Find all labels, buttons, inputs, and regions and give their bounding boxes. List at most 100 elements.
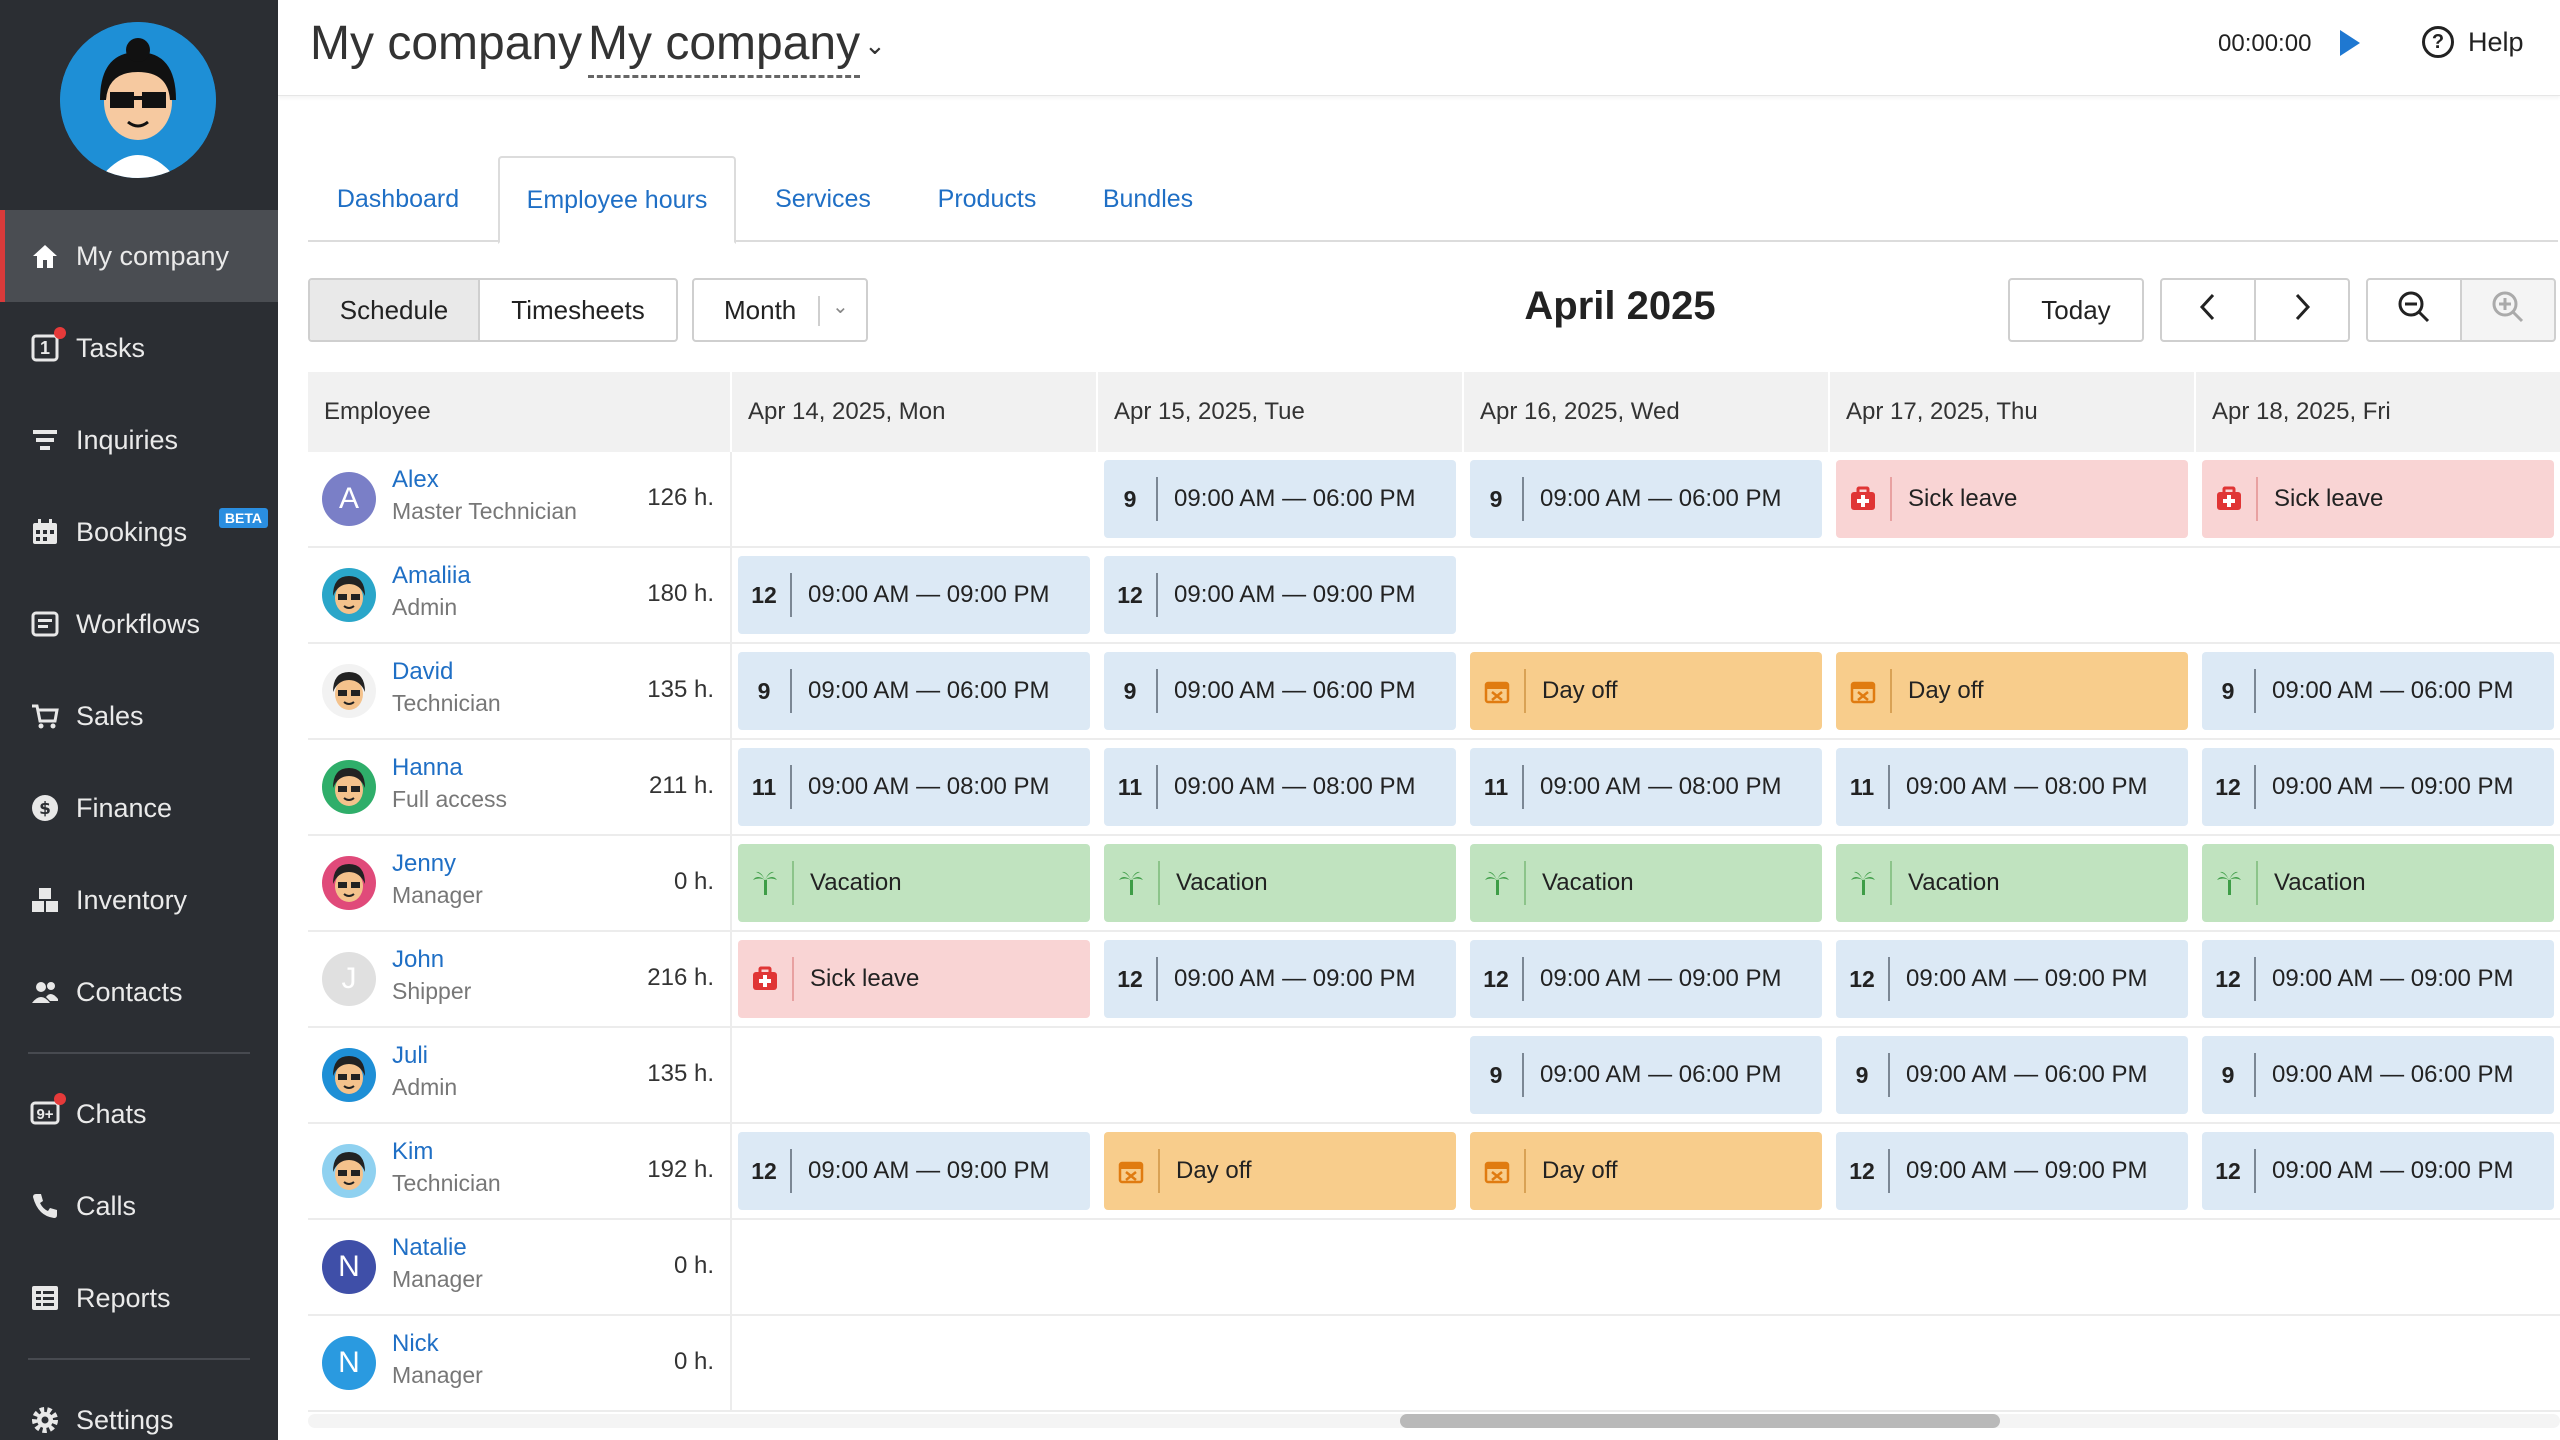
sidebar-item-contacts[interactable]: Contacts (0, 946, 278, 1038)
vacation-block[interactable]: Vacation (1470, 844, 1822, 922)
avatar[interactable]: N (322, 1240, 376, 1294)
employee-name-link[interactable]: Natalie (392, 1234, 467, 1262)
shift-block[interactable]: 12 09:00 AM — 09:00 PM (2202, 748, 2554, 826)
employee-name-link[interactable]: Juli (392, 1042, 428, 1070)
tab-dashboard[interactable]: Dashboard (308, 156, 488, 242)
tab-products[interactable]: Products (912, 156, 1062, 242)
empty-day-cell[interactable] (1464, 548, 1830, 644)
sick-leave-block[interactable]: Sick leave (738, 940, 1090, 1018)
shift-block[interactable]: 12 09:00 AM — 09:00 PM (738, 1132, 1090, 1210)
empty-day-cell[interactable] (1098, 1028, 1464, 1124)
avatar[interactable]: A (322, 472, 376, 526)
sidebar-item-settings[interactable]: Settings (0, 1374, 278, 1440)
sidebar-item-bookings[interactable]: Bookings BETA (0, 486, 278, 578)
empty-day-cell[interactable] (1098, 1316, 1464, 1412)
sidebar-item-reports[interactable]: Reports (0, 1252, 278, 1344)
empty-day-cell[interactable] (732, 452, 1098, 548)
shift-block[interactable]: 12 09:00 AM — 09:00 PM (2202, 1132, 2554, 1210)
vacation-block[interactable]: Vacation (1836, 844, 2188, 922)
shift-block[interactable]: 11 09:00 AM — 08:00 PM (1104, 748, 1456, 826)
day-off-block[interactable]: Day off (1836, 652, 2188, 730)
shift-block[interactable]: 12 09:00 AM — 09:00 PM (1104, 940, 1456, 1018)
shift-block[interactable]: 9 09:00 AM — 06:00 PM (1470, 460, 1822, 538)
sidebar-item-my-company[interactable]: My company (0, 210, 278, 302)
empty-day-cell[interactable] (732, 1316, 1098, 1412)
vacation-block[interactable]: Vacation (2202, 844, 2554, 922)
day-off-block[interactable]: Day off (1104, 1132, 1456, 1210)
shift-block[interactable]: 11 09:00 AM — 08:00 PM (1836, 748, 2188, 826)
help-button[interactable]: ? Help (2422, 26, 2524, 58)
employee-name-link[interactable]: Amaliia (392, 562, 471, 590)
employee-name-link[interactable]: David (392, 658, 453, 686)
shift-block[interactable]: 12 09:00 AM — 09:00 PM (1836, 940, 2188, 1018)
employee-name-link[interactable]: Nick (392, 1330, 439, 1358)
avatar[interactable] (322, 760, 376, 814)
company-select[interactable]: My company (588, 16, 861, 78)
shift-block[interactable]: 9 09:00 AM — 06:00 PM (2202, 652, 2554, 730)
empty-day-cell[interactable] (732, 1220, 1098, 1316)
employee-name-link[interactable]: Alex (392, 466, 439, 494)
avatar[interactable] (322, 568, 376, 622)
avatar[interactable]: N (322, 1336, 376, 1390)
vacation-block[interactable]: Vacation (738, 844, 1090, 922)
sidebar-item-chats[interactable]: 9+ Chats (0, 1068, 278, 1160)
shift-block[interactable]: 11 09:00 AM — 08:00 PM (738, 748, 1090, 826)
sidebar-item-inventory[interactable]: Inventory (0, 854, 278, 946)
employee-name-link[interactable]: Kim (392, 1138, 433, 1166)
empty-day-cell[interactable] (2196, 548, 2560, 644)
shift-block[interactable]: 12 09:00 AM — 09:00 PM (1470, 940, 1822, 1018)
empty-day-cell[interactable] (1464, 1220, 1830, 1316)
avatar[interactable] (322, 856, 376, 910)
employee-name-link[interactable]: Hanna (392, 754, 463, 782)
day-off-block[interactable]: Day off (1470, 652, 1822, 730)
horizontal-scrollbar[interactable] (308, 1414, 2560, 1428)
employee-name-link[interactable]: John (392, 946, 444, 974)
sick-leave-block[interactable]: Sick leave (1836, 460, 2188, 538)
sidebar-item-calls[interactable]: Calls (0, 1160, 278, 1252)
zoom-out-button[interactable] (2366, 278, 2462, 342)
day-off-block[interactable]: Day off (1470, 1132, 1822, 1210)
shift-block[interactable]: 11 09:00 AM — 08:00 PM (1470, 748, 1822, 826)
empty-day-cell[interactable] (732, 1028, 1098, 1124)
sidebar-item-tasks[interactable]: 1 Tasks (0, 302, 278, 394)
empty-day-cell[interactable] (1830, 1316, 2196, 1412)
shift-block[interactable]: 12 09:00 AM — 09:00 PM (2202, 940, 2554, 1018)
schedule-button[interactable]: Schedule (310, 280, 480, 340)
avatar[interactable] (322, 1048, 376, 1102)
tab-employee-hours[interactable]: Employee hours (498, 156, 736, 244)
sidebar-item-workflows[interactable]: Workflows (0, 578, 278, 670)
user-avatar[interactable] (60, 22, 216, 178)
tab-services[interactable]: Services (748, 156, 898, 242)
empty-day-cell[interactable] (1098, 1220, 1464, 1316)
empty-day-cell[interactable] (1830, 548, 2196, 644)
empty-day-cell[interactable] (2196, 1316, 2560, 1412)
next-button[interactable] (2254, 278, 2350, 342)
shift-block[interactable]: 9 09:00 AM — 06:00 PM (1836, 1036, 2188, 1114)
today-button[interactable]: Today (2008, 278, 2144, 342)
scrollbar-thumb[interactable] (1400, 1414, 2000, 1428)
sidebar-item-finance[interactable]: $ Finance (0, 762, 278, 854)
empty-day-cell[interactable] (1464, 1316, 1830, 1412)
avatar[interactable] (322, 664, 376, 718)
vacation-block[interactable]: Vacation (1104, 844, 1456, 922)
chevron-down-icon[interactable]: ⌄ (864, 30, 886, 61)
empty-day-cell[interactable] (2196, 1220, 2560, 1316)
timesheets-button[interactable]: Timesheets (480, 280, 676, 340)
shift-block[interactable]: 9 09:00 AM — 06:00 PM (1470, 1036, 1822, 1114)
sick-leave-block[interactable]: Sick leave (2202, 460, 2554, 538)
empty-day-cell[interactable] (1830, 1220, 2196, 1316)
sidebar-item-sales[interactable]: Sales (0, 670, 278, 762)
period-select[interactable]: Month ⌄ (692, 278, 868, 342)
shift-block[interactable]: 12 09:00 AM — 09:00 PM (1104, 556, 1456, 634)
shift-block[interactable]: 12 09:00 AM — 09:00 PM (1836, 1132, 2188, 1210)
tab-bundles[interactable]: Bundles (1078, 156, 1218, 242)
zoom-in-button[interactable] (2460, 278, 2556, 342)
avatar[interactable] (322, 1144, 376, 1198)
shift-block[interactable]: 9 09:00 AM — 06:00 PM (2202, 1036, 2554, 1114)
avatar[interactable]: J (322, 952, 376, 1006)
shift-block[interactable]: 9 09:00 AM — 06:00 PM (1104, 460, 1456, 538)
play-icon[interactable] (2340, 30, 2360, 56)
shift-block[interactable]: 12 09:00 AM — 09:00 PM (738, 556, 1090, 634)
prev-button[interactable] (2160, 278, 2256, 342)
sidebar-item-inquiries[interactable]: Inquiries (0, 394, 278, 486)
